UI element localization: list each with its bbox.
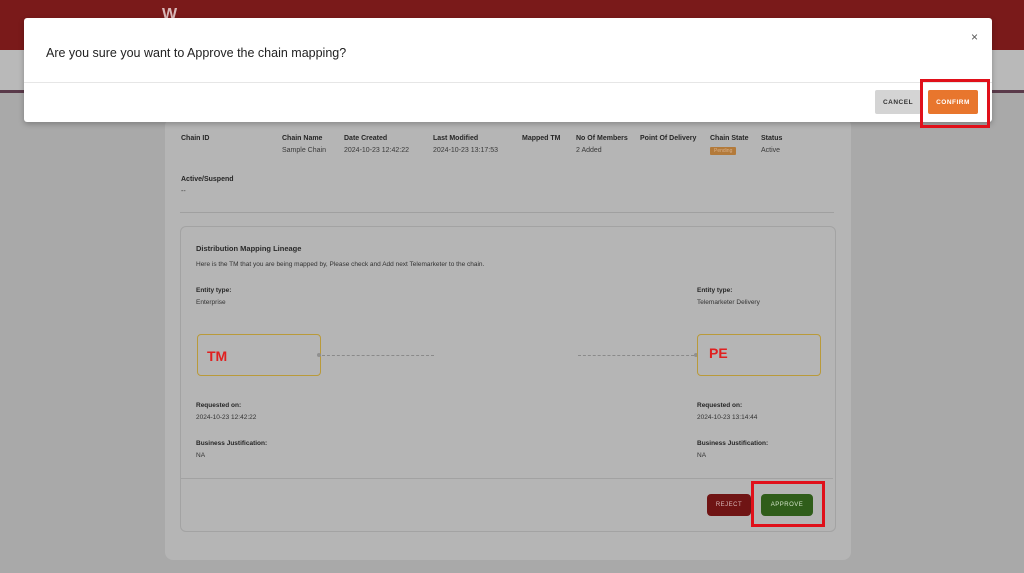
- lineage-title: Distribution Mapping Lineage: [196, 244, 302, 253]
- field-value: 2024-10-23 13:17:53: [433, 147, 498, 154]
- field-label: Active/Suspend: [181, 176, 234, 183]
- field-value: Sample Chain: [282, 147, 326, 154]
- entity-type-label: Entity type:: [697, 287, 733, 294]
- left-business-justification: Business Justification: NA: [196, 440, 267, 459]
- divider: [181, 478, 833, 479]
- field-active-suspend: Active/Suspend --: [181, 176, 234, 195]
- requested-on-label: Requested on:: [697, 402, 743, 409]
- right-requested-on: Requested on: 2024-10-23 13:14:44: [697, 402, 757, 421]
- lineage-description: Here is the TM that you are being mapped…: [196, 261, 485, 268]
- entity-type-value: Telemarketer Delivery: [697, 299, 760, 306]
- field-last-modified: Last Modified 2024-10-23 13:17:53: [433, 135, 498, 154]
- confirm-dialog: Are you sure you want to Approve the cha…: [24, 18, 992, 122]
- connector-line: [322, 355, 434, 356]
- highlight-box-confirm: [920, 79, 990, 128]
- justification-label: Business Justification:: [196, 440, 268, 447]
- justification-label: Business Justification:: [697, 440, 769, 447]
- field-no-of-members: No Of Members 2 Added: [576, 135, 628, 154]
- field-value: Active: [761, 147, 781, 154]
- field-label: Last Modified: [433, 135, 479, 142]
- entity-type-label: Entity type:: [196, 287, 232, 294]
- field-chain-id: Chain ID: [181, 135, 209, 147]
- pe-node-label: PE: [709, 345, 728, 361]
- requested-on-value: 2024-10-23 13:14:44: [697, 414, 758, 421]
- left-requested-on: Requested on: 2024-10-23 12:42:22: [196, 402, 256, 421]
- field-value: --: [181, 188, 186, 195]
- entity-type-value: Enterprise: [196, 299, 226, 306]
- requested-on-label: Requested on:: [196, 402, 242, 409]
- close-icon[interactable]: ×: [971, 30, 978, 44]
- field-mapped-tm: Mapped TM: [522, 135, 561, 147]
- lineage-panel: [180, 226, 836, 532]
- field-label: Chain State: [710, 135, 749, 142]
- field-label: Chain ID: [181, 135, 210, 142]
- right-entity-type: Entity type: Telemarketer Delivery: [697, 287, 760, 306]
- field-label: Status: [761, 135, 783, 142]
- requested-on-value: 2024-10-23 12:42:22: [196, 414, 257, 421]
- connector-dot: [317, 353, 321, 357]
- field-status: Status Active: [761, 135, 782, 154]
- dialog-divider: [24, 82, 992, 83]
- divider: [180, 212, 834, 213]
- right-business-justification: Business Justification: NA: [697, 440, 768, 459]
- connector-line: [578, 355, 694, 356]
- field-label: Chain Name: [282, 135, 323, 142]
- left-entity-type: Entity type: Enterprise: [196, 287, 231, 306]
- cancel-button[interactable]: CANCEL: [875, 90, 921, 114]
- reject-button[interactable]: REJECT: [707, 494, 751, 516]
- field-chain-name: Chain Name Sample Chain: [282, 135, 326, 154]
- field-label: Point Of Delivery: [640, 135, 697, 142]
- justification-value: NA: [196, 452, 206, 459]
- justification-value: NA: [697, 452, 707, 459]
- tm-node-label: TM: [207, 348, 228, 364]
- status-badge: Pending: [710, 147, 737, 155]
- highlight-box-approve: [751, 481, 825, 527]
- field-value: 2024-10-23 12:42:22: [344, 147, 409, 154]
- field-value: 2 Added: [576, 147, 602, 154]
- field-chain-state: Chain State Pending: [710, 135, 749, 155]
- field-label: No Of Members: [576, 135, 628, 142]
- field-point-of-delivery: Point Of Delivery: [640, 135, 696, 147]
- field-date-created: Date Created 2024-10-23 12:42:22: [344, 135, 409, 154]
- dialog-title: Are you sure you want to Approve the cha…: [46, 46, 347, 60]
- field-label: Mapped TM: [522, 135, 561, 142]
- field-label: Date Created: [344, 135, 388, 142]
